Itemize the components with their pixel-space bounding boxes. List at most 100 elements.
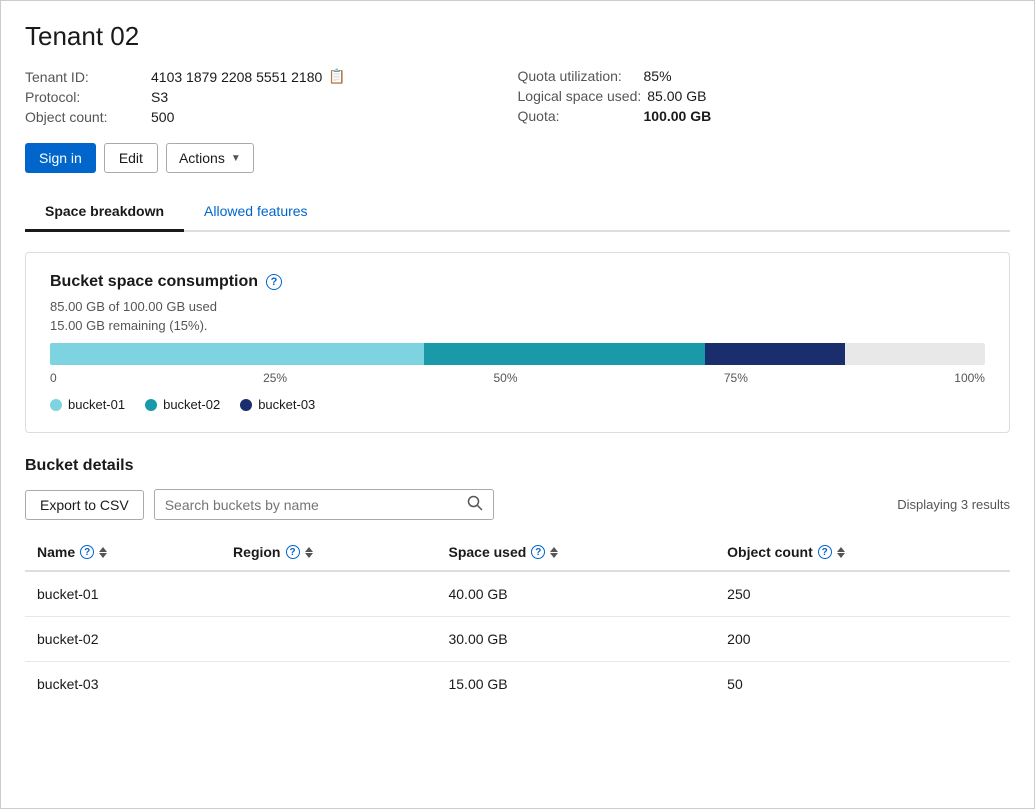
cell-space-used-1: 30.00 GB xyxy=(436,617,715,662)
tab-allowed-features[interactable]: Allowed features xyxy=(184,193,328,232)
table-body: bucket-01 40.00 GB 250 bucket-02 30.00 G… xyxy=(25,571,1010,706)
meta-row-logical-space: Logical space used: 85.00 GB xyxy=(518,88,1011,104)
quota-util-label: Quota utilization: xyxy=(518,68,638,84)
card-help-icon[interactable]: ? xyxy=(266,274,282,290)
name-sort-icon[interactable] xyxy=(99,547,107,558)
logical-space-value: 85.00 GB xyxy=(647,88,706,104)
legend-item-bucket-02: bucket-02 xyxy=(145,397,220,412)
bucket-details-section: Bucket details Export to CSV Dis xyxy=(25,457,1010,706)
cell-object-count-2: 50 xyxy=(715,662,1010,707)
legend-dot-1 xyxy=(50,399,62,411)
bucket-space-card: Bucket space consumption ? 85.00 GB of 1… xyxy=(25,252,1010,433)
space-used-sort-icon[interactable] xyxy=(550,547,558,558)
meta-left: Tenant ID: 4103 1879 2208 5551 2180 📋 Pr… xyxy=(25,68,518,125)
card-title-text: Bucket space consumption xyxy=(50,273,258,291)
meta-row-object-count: Object count: 500 xyxy=(25,109,518,125)
page-title: Tenant 02 xyxy=(25,21,1010,52)
tenant-id-value-container: 4103 1879 2208 5551 2180 📋 xyxy=(151,68,346,85)
actions-label: Actions xyxy=(179,150,225,166)
cell-name-1: bucket-02 xyxy=(25,617,221,662)
quota-util-value: 85% xyxy=(644,68,672,84)
sign-in-button[interactable]: Sign in xyxy=(25,143,96,173)
region-help-icon[interactable]: ? xyxy=(286,545,300,559)
bar-segment-1 xyxy=(50,343,424,365)
bar-segment-2 xyxy=(424,343,705,365)
copy-icon[interactable]: 📋 xyxy=(328,68,345,85)
table-row: bucket-02 30.00 GB 200 xyxy=(25,617,1010,662)
protocol-value: S3 xyxy=(151,89,168,105)
remaining-text: 15.00 GB remaining (15%). xyxy=(50,318,985,333)
meta-row-quota-util: Quota utilization: 85% xyxy=(518,68,1011,84)
results-count: Displaying 3 results xyxy=(897,497,1010,512)
table-row: bucket-03 15.00 GB 50 xyxy=(25,662,1010,707)
chevron-down-icon: ▼ xyxy=(231,153,241,164)
cell-region-0 xyxy=(221,571,436,617)
tenant-id-value: 4103 1879 2208 5551 2180 xyxy=(151,69,322,85)
quota-value: 100.00 GB xyxy=(644,108,712,124)
cell-object-count-0: 250 xyxy=(715,571,1010,617)
object-count-value: 500 xyxy=(151,109,174,125)
legend-label-3: bucket-03 xyxy=(258,397,315,412)
usage-text: 85.00 GB of 100.00 GB used xyxy=(50,299,985,314)
progress-label-0: 0 xyxy=(50,371,57,385)
meta-row-protocol: Protocol: S3 xyxy=(25,89,518,105)
tab-content: Bucket space consumption ? 85.00 GB of 1… xyxy=(25,232,1010,726)
table-header-row: Name ? Region ? xyxy=(25,534,1010,571)
cell-region-2 xyxy=(221,662,436,707)
quota-label: Quota: xyxy=(518,108,638,124)
cell-name-0: bucket-01 xyxy=(25,571,221,617)
actions-button[interactable]: Actions ▼ xyxy=(166,143,254,173)
meta-row-tenant-id: Tenant ID: 4103 1879 2208 5551 2180 📋 xyxy=(25,68,518,85)
card-title: Bucket space consumption ? xyxy=(50,273,985,291)
table-header: Name ? Region ? xyxy=(25,534,1010,571)
legend-item-bucket-01: bucket-01 xyxy=(50,397,125,412)
cell-region-1 xyxy=(221,617,436,662)
progress-label-75: 75% xyxy=(724,371,748,385)
object-count-label: Object count: xyxy=(25,109,145,125)
progress-label-100: 100% xyxy=(954,371,985,385)
page-container: Tenant 02 Tenant ID: 4103 1879 2208 5551… xyxy=(1,1,1034,746)
legend-label-2: bucket-02 xyxy=(163,397,220,412)
cell-name-2: bucket-03 xyxy=(25,662,221,707)
progress-label-25: 25% xyxy=(263,371,287,385)
th-object-count: Object count ? xyxy=(715,534,1010,571)
meta-row-quota: Quota: 100.00 GB xyxy=(518,108,1011,124)
cell-object-count-1: 200 xyxy=(715,617,1010,662)
search-input[interactable] xyxy=(165,497,467,513)
legend-dot-3 xyxy=(240,399,252,411)
meta-right: Quota utilization: 85% Logical space use… xyxy=(518,68,1011,125)
progress-labels: 0 25% 50% 75% 100% xyxy=(50,371,985,385)
meta-grid: Tenant ID: 4103 1879 2208 5551 2180 📋 Pr… xyxy=(25,68,1010,125)
bucket-toolbar-left: Export to CSV xyxy=(25,489,494,520)
name-help-icon[interactable]: ? xyxy=(80,545,94,559)
logical-space-label: Logical space used: xyxy=(518,88,642,104)
object-count-help-icon[interactable]: ? xyxy=(818,545,832,559)
tenant-id-label: Tenant ID: xyxy=(25,69,145,85)
bar-segment-3 xyxy=(705,343,845,365)
progress-bar xyxy=(50,343,985,365)
search-icon xyxy=(467,495,483,514)
th-space-used: Space used ? xyxy=(436,534,715,571)
legend-item-bucket-03: bucket-03 xyxy=(240,397,315,412)
legend-label-1: bucket-01 xyxy=(68,397,125,412)
legend: bucket-01 bucket-02 bucket-03 xyxy=(50,397,985,412)
cell-space-used-0: 40.00 GB xyxy=(436,571,715,617)
section-title: Bucket details xyxy=(25,457,1010,475)
cell-space-used-2: 15.00 GB xyxy=(436,662,715,707)
th-name: Name ? xyxy=(25,534,221,571)
search-container xyxy=(154,489,494,520)
progress-label-50: 50% xyxy=(493,371,517,385)
action-bar: Sign in Edit Actions ▼ xyxy=(25,143,1010,173)
bucket-table: Name ? Region ? xyxy=(25,534,1010,706)
edit-button[interactable]: Edit xyxy=(104,143,158,173)
tabs: Space breakdown Allowed features xyxy=(25,193,1010,232)
region-sort-icon[interactable] xyxy=(305,547,313,558)
legend-dot-2 xyxy=(145,399,157,411)
table-row: bucket-01 40.00 GB 250 xyxy=(25,571,1010,617)
bucket-toolbar: Export to CSV Displaying 3 results xyxy=(25,489,1010,520)
export-csv-button[interactable]: Export to CSV xyxy=(25,490,144,520)
tab-space-breakdown[interactable]: Space breakdown xyxy=(25,193,184,232)
protocol-label: Protocol: xyxy=(25,89,145,105)
space-used-help-icon[interactable]: ? xyxy=(531,545,545,559)
object-count-sort-icon[interactable] xyxy=(837,547,845,558)
